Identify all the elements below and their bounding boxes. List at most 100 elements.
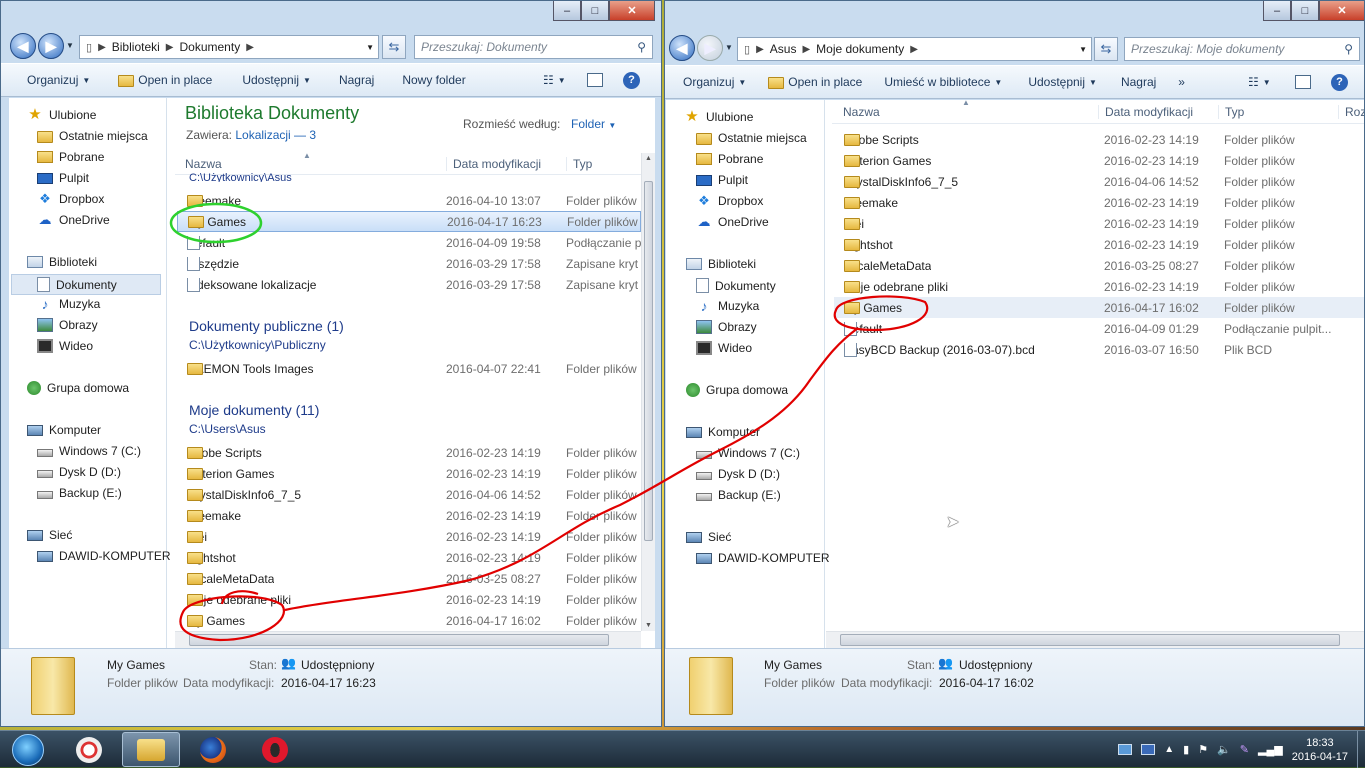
nav-homegroup[interactable]: Grupa domowa <box>686 383 788 397</box>
taskbar-explorer[interactable] <box>122 732 180 767</box>
view-options-button[interactable]: ☷ ▼ <box>531 73 578 87</box>
nav-pictures[interactable]: Obrazy <box>696 320 757 334</box>
volume-icon[interactable]: 🔈 <box>1217 743 1231 756</box>
nav-video[interactable]: Wideo <box>37 339 93 353</box>
nav-onedrive[interactable]: ☁ OneDrive <box>696 215 769 230</box>
close-button[interactable]: ✕ <box>1319 1 1364 21</box>
forward-button[interactable]: ▶ <box>697 35 723 61</box>
more-commands-button[interactable]: » <box>1168 75 1197 89</box>
file-row[interactable]: Freemake 2016-02-23 14:19 Folder plików <box>177 505 641 526</box>
file-row[interactable]: Moje odebrane pliki 2016-02-23 14:19 Folde… <box>834 276 1364 297</box>
nav-pictures[interactable]: Obrazy <box>37 318 98 332</box>
search-input[interactable]: Przeszukaj: Moje dokumenty ⚲ <box>1124 37 1360 61</box>
tray-app-icon[interactable] <box>1141 744 1156 755</box>
open-in-place-button[interactable]: Open in place <box>758 75 874 89</box>
view-options-button[interactable]: ☷ ▼ <box>1236 75 1283 89</box>
organize-button[interactable]: Organizuj ▼ <box>1 73 102 87</box>
preview-pane-button[interactable] <box>1295 75 1311 89</box>
preview-pane-button[interactable] <box>587 73 603 87</box>
file-row[interactable]: LocaleMetaData 2016-03-25 08:27 Folder pli… <box>834 255 1364 276</box>
back-button[interactable]: ◀ <box>669 35 695 61</box>
nav-computer[interactable]: Komputer <box>27 423 101 437</box>
share-button[interactable]: Udostępnij ▼ <box>1014 75 1109 89</box>
power-icon[interactable]: ▮ <box>1183 743 1189 756</box>
file-row[interactable]: DAEMON Tools Images 2016-04-07 22:41 Folde… <box>177 358 641 379</box>
refresh-button[interactable]: ⇆ <box>1094 37 1118 61</box>
breadcrumb-item[interactable]: Asus <box>770 42 797 56</box>
back-button[interactable]: ◀ <box>10 33 36 59</box>
title-bar[interactable]: – □ ✕ <box>665 1 1364 31</box>
file-row[interactable]: Indeksowane lokalizacje 2016-03-29 17:58 Z… <box>177 274 641 295</box>
taskbar-firefox[interactable] <box>184 732 242 767</box>
nav-drive-d[interactable]: Dysk D (D:) <box>696 467 780 481</box>
group-public-path[interactable]: C:\Użytkownicy\Publiczny <box>189 338 326 352</box>
nav-documents[interactable]: Dokumenty <box>11 274 161 295</box>
address-dropdown-icon[interactable]: ▼ <box>1079 45 1087 54</box>
column-date[interactable]: Data modyfikacji <box>446 156 541 171</box>
file-row[interactable]: Klei 2016-02-23 14:19 Folder plików <box>177 526 641 547</box>
file-row[interactable]: EasyBCD Backup (2016-03-07).bcd 2016-03-0… <box>834 339 1364 360</box>
file-row[interactable]: CrystalDiskInfo6_7_5 2016-04-06 14:52 Fold… <box>177 484 641 505</box>
file-row[interactable]: Wszędzie 2016-03-29 17:58 Zapisane kryt <box>177 253 641 274</box>
network-signal-icon[interactable]: ▂▄▆ <box>1258 743 1283 756</box>
group-mydocs-title[interactable]: Moje dokumenty (11) <box>189 402 319 418</box>
group-mydocs-path[interactable]: C:\Users\Asus <box>189 422 266 436</box>
help-icon[interactable]: ? <box>623 72 640 89</box>
horizontal-scrollbar[interactable] <box>826 631 1364 648</box>
file-row[interactable]: Klei 2016-02-23 14:19 Folder plików <box>834 213 1364 234</box>
title-bar[interactable]: – □ ✕ <box>1 1 661 31</box>
nav-downloads[interactable]: Pobrane <box>37 150 104 164</box>
nav-desktop[interactable]: Pulpit <box>696 173 748 187</box>
file-row[interactable]: Adobe Scripts 2016-02-23 14:19 Folder plik… <box>177 442 641 463</box>
nav-onedrive[interactable]: ☁ OneDrive <box>37 213 110 228</box>
organize-button[interactable]: Organizuj ▼ <box>665 75 758 89</box>
nav-downloads[interactable]: Pobrane <box>696 152 763 166</box>
action-center-icon[interactable]: ⚑ <box>1198 743 1208 756</box>
nav-drive-c[interactable]: Windows 7 (C:) <box>37 444 141 458</box>
refresh-button[interactable]: ⇆ <box>382 35 406 59</box>
locations-link[interactable]: Lokalizacji — 3 <box>235 128 316 142</box>
explorer-window-my-documents[interactable]: – □ ✕ ◀ ▶ ▼ ▯ ▶ Asus ▶ Moje dokumenty ▶ … <box>664 0 1365 727</box>
column-size[interactable]: Roz <box>1338 104 1364 119</box>
nav-computer[interactable]: Komputer <box>686 425 760 439</box>
breadcrumb-item[interactable]: Biblioteki <box>112 40 160 54</box>
maximize-button[interactable]: □ <box>1291 1 1319 21</box>
file-row[interactable]: Default 2016-04-09 19:58 Podłączanie p <box>177 232 641 253</box>
nav-documents[interactable]: Dokumenty <box>696 278 776 293</box>
search-input[interactable]: Przeszukaj: Dokumenty ⚲ <box>414 35 653 59</box>
arrange-by-dropdown[interactable]: Folder ▼ <box>571 117 616 131</box>
scrollbar-thumb[interactable] <box>189 634 609 646</box>
nav-pc[interactable]: DAWID-KOMPUTER <box>37 549 171 563</box>
scrollbar-thumb[interactable] <box>840 634 1340 646</box>
file-row[interactable]: Default 2016-04-09 01:29 Podłączanie pulpi… <box>834 318 1364 339</box>
nav-drive-e[interactable]: Backup (E:) <box>696 488 781 502</box>
file-row[interactable]: Freemake 2016-02-23 14:19 Folder plików <box>834 192 1364 213</box>
nav-dropbox[interactable]: ❖ Dropbox <box>37 192 104 207</box>
file-row[interactable]: LocaleMetaData 2016-03-25 08:27 Folder pli… <box>177 568 641 589</box>
file-row[interactable]: My Games 2016-04-17 16:02 Folder plików <box>177 610 641 631</box>
breadcrumb-item[interactable]: Moje dokumenty <box>816 42 904 56</box>
nav-pc[interactable]: DAWID-KOMPUTER <box>696 551 830 565</box>
taskbar-opera[interactable] <box>246 732 304 767</box>
column-date[interactable]: Data modyfikacji <box>1098 104 1193 119</box>
nav-network[interactable]: Sieć <box>686 530 731 544</box>
nav-libraries[interactable]: Biblioteki <box>27 255 97 269</box>
nav-video[interactable]: Wideo <box>696 341 752 355</box>
file-row[interactable]: Lightshot 2016-02-23 14:19 Folder plików <box>177 547 641 568</box>
nav-drive-e[interactable]: Backup (E:) <box>37 486 122 500</box>
minimize-button[interactable]: – <box>553 1 581 21</box>
tray-app-icon[interactable] <box>1118 744 1133 755</box>
start-button[interactable] <box>4 731 52 768</box>
new-folder-button[interactable]: Nowy folder <box>386 73 477 87</box>
file-row[interactable]: My Games 2016-04-17 16:02 Folder plików <box>834 297 1364 318</box>
nav-music[interactable]: ♪ Muzyka <box>37 297 101 311</box>
breadcrumb-item[interactable]: Dokumenty <box>180 40 241 54</box>
share-button[interactable]: Udostępnij ▼ <box>224 73 323 87</box>
nav-favorites[interactable]: ★ Ulubione <box>27 107 96 122</box>
maximize-button[interactable]: □ <box>581 1 609 21</box>
file-row[interactable]: CrystalDiskInfo6_7_5 2016-04-06 14:52 Fold… <box>834 171 1364 192</box>
taskbar-snipping-tool[interactable] <box>60 732 118 767</box>
open-in-place-button[interactable]: Open in place <box>102 73 224 87</box>
burn-button[interactable]: Nagraj <box>1109 75 1168 89</box>
vertical-scrollbar[interactable]: ▲ ▼ <box>641 153 655 631</box>
